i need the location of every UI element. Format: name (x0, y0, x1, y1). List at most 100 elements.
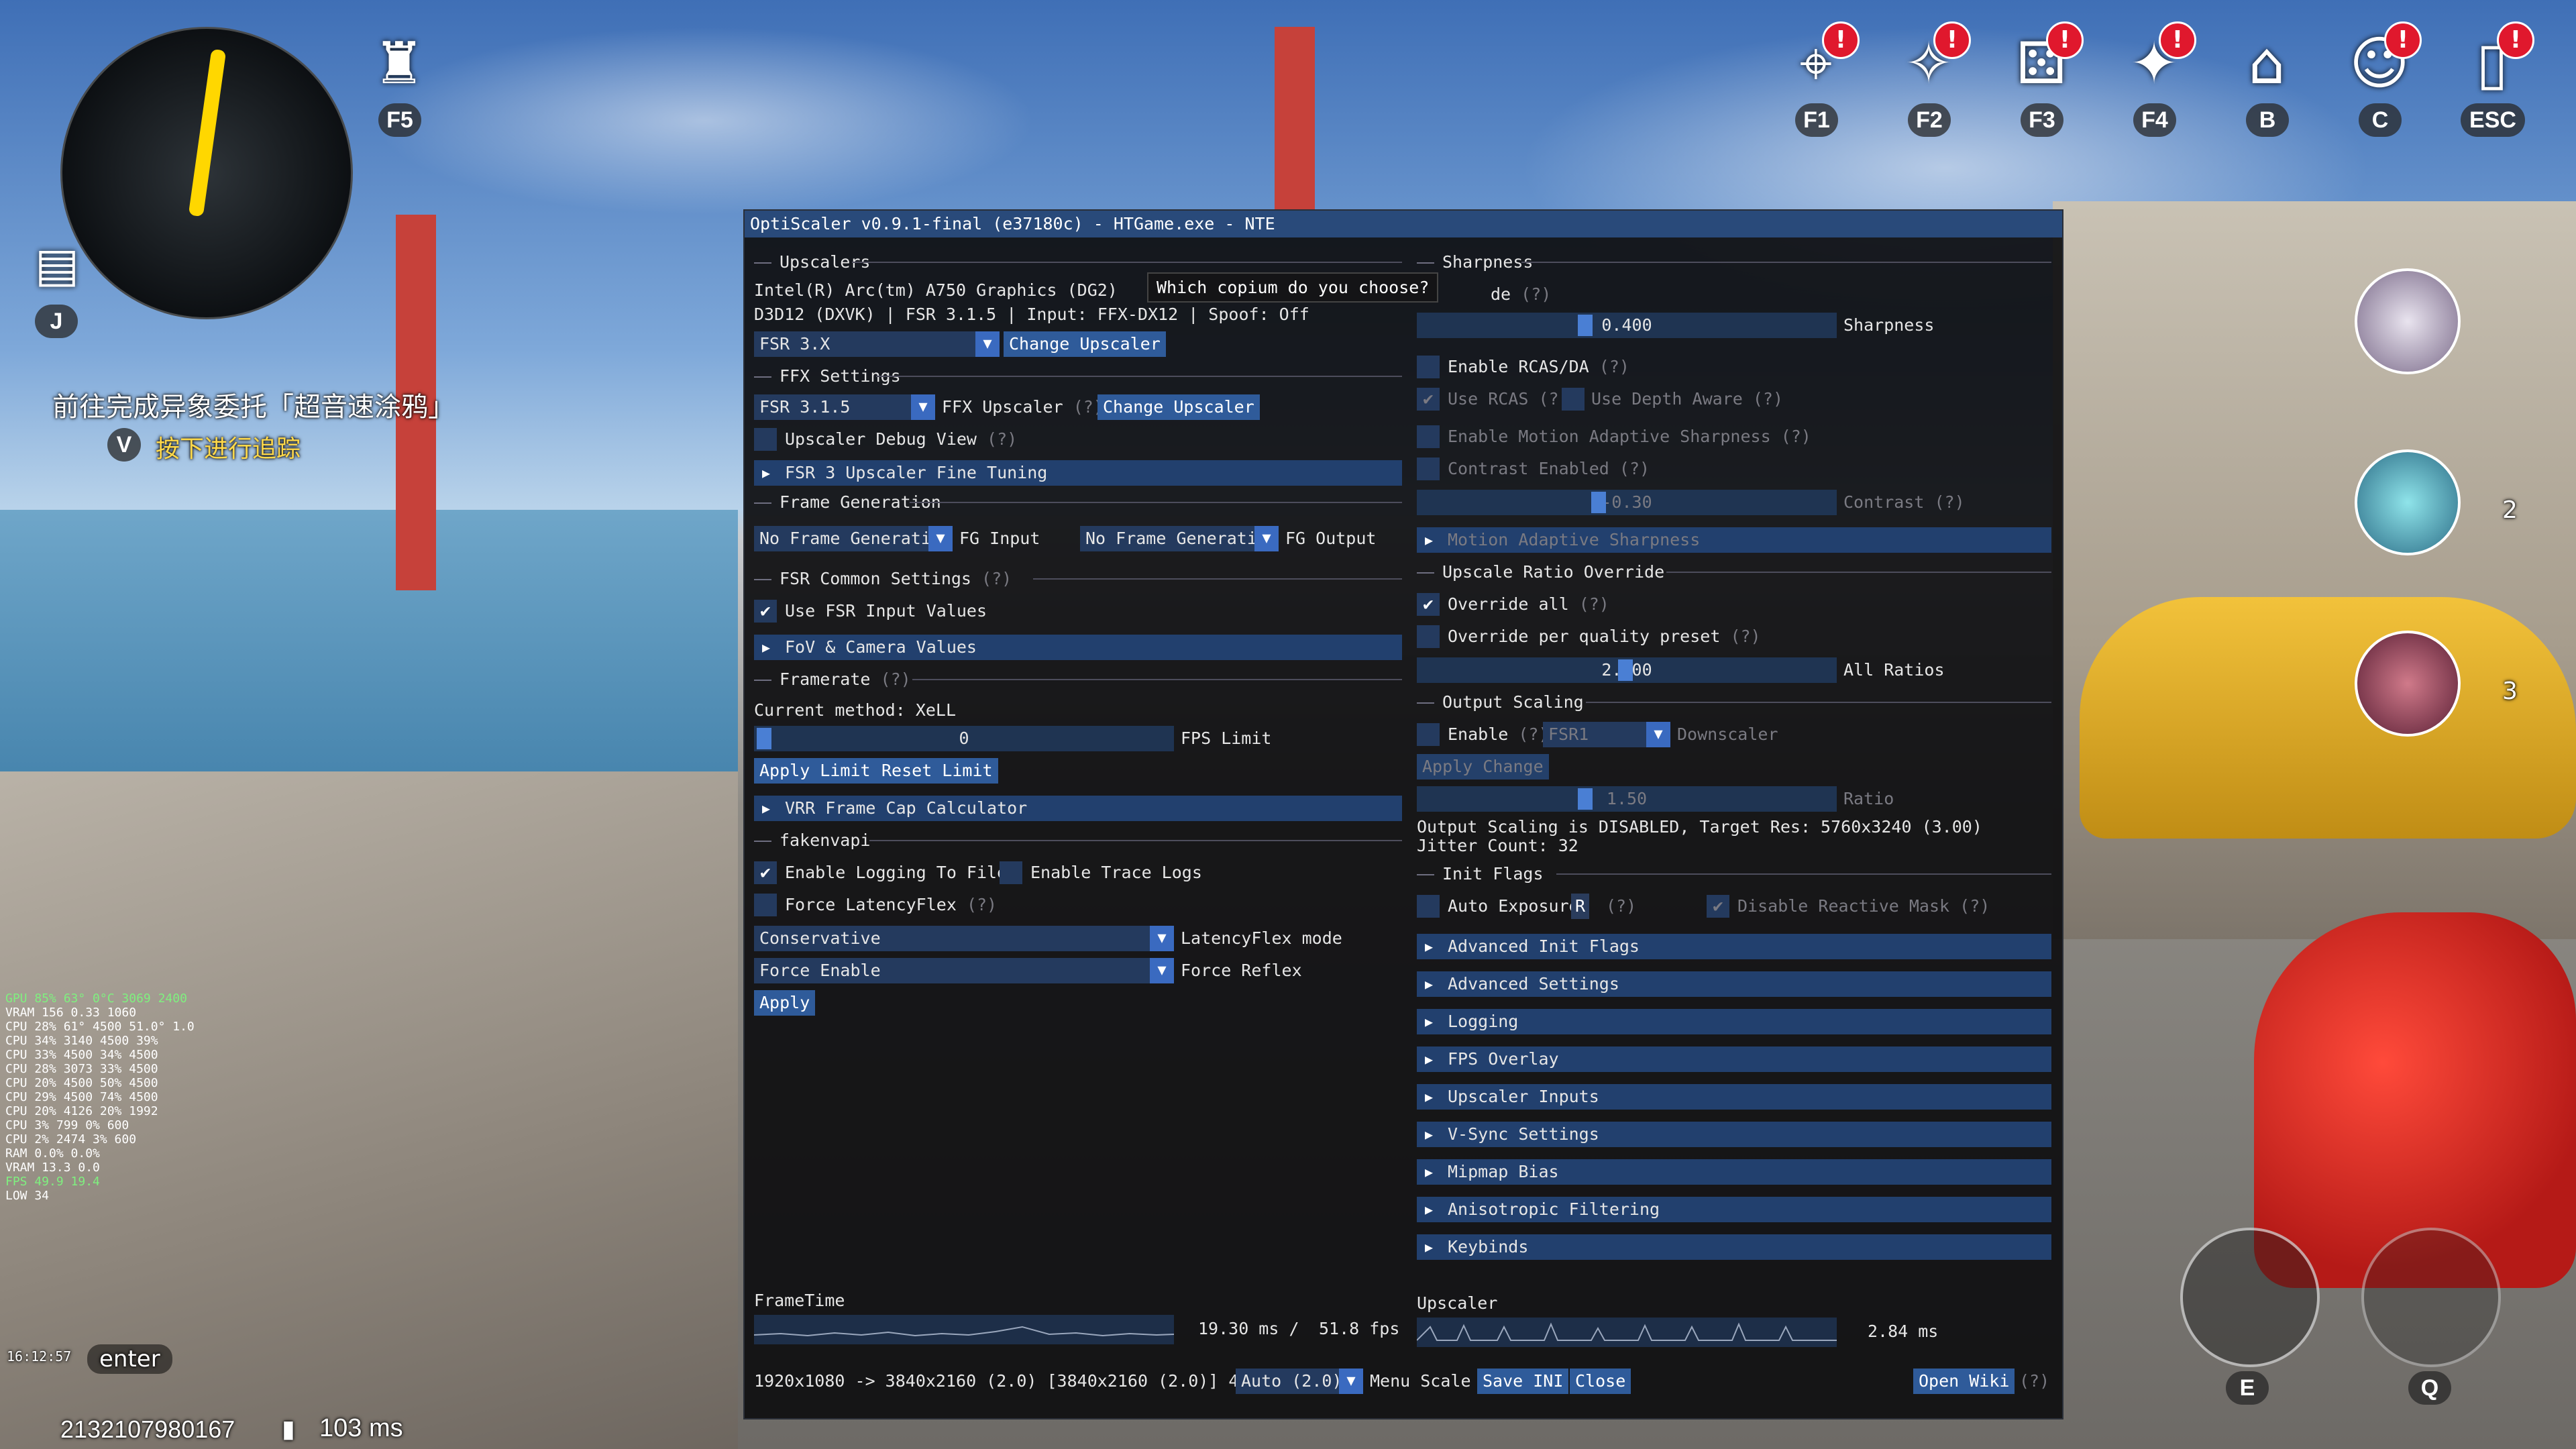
fov-camera-tree[interactable]: FoV & Camera Values (754, 635, 1402, 660)
disable-reactive-checkbox[interactable]: ✔ (1707, 895, 1729, 918)
slider-grab[interactable] (1591, 492, 1606, 513)
ping: 103 ms (319, 1414, 403, 1442)
auto-exposure-r-button[interactable]: R (1571, 894, 1590, 919)
enable-logging-checkbox[interactable]: ✔ (754, 861, 777, 884)
window-title[interactable]: OptiScaler v0.9.1-final (e37180c) - HTGa… (745, 211, 2062, 237)
force-latencyflex-checkbox[interactable] (754, 894, 777, 916)
use-fsr-input-checkbox[interactable]: ✔ (754, 600, 777, 623)
tree-vsync-settings[interactable]: V-Sync Settings (1417, 1122, 2051, 1147)
output-ratio-slider[interactable]: 1.50 (1417, 786, 1837, 812)
motion-adaptive-sharpness-tree[interactable]: Motion Adaptive Sharpness (1417, 527, 2051, 553)
reset-limit-button[interactable]: Reset Limit (876, 758, 998, 784)
help-mark[interactable]: (?) (1599, 357, 1629, 376)
enable-trace-checkbox[interactable] (1000, 861, 1022, 884)
stats-line: CPU 28% 3073 33% 4500 (5, 1062, 158, 1076)
slider-grab[interactable] (1578, 788, 1593, 810)
force-reflex-select[interactable]: Force Enable ▼ (754, 958, 1174, 983)
jitter-count: Jitter Count: 32 (1417, 836, 1578, 855)
chat-enter-key[interactable]: enter (87, 1344, 172, 1374)
quest-title[interactable]: 前往完成异象委托「超音速涂鸦」 (52, 385, 455, 424)
fg-output-select[interactable]: No Frame Generation ▼ (1080, 526, 1279, 551)
override-all-checkbox[interactable]: ✔ (1417, 593, 1440, 616)
party-member-1-avatar[interactable] (2355, 268, 2461, 374)
ffx-upscaler-text: FFX Upscaler (942, 397, 1063, 417)
fsr3-fine-tuning-tree[interactable]: FSR 3 Upscaler Fine Tuning (754, 460, 1402, 486)
close-button[interactable]: Close (1570, 1368, 1631, 1394)
help-mark[interactable]: (?) (1960, 896, 1990, 916)
tree-logging[interactable]: Logging (1417, 1009, 2051, 1034)
slider-grab[interactable] (757, 728, 771, 749)
tree-advanced-init-flags[interactable]: Advanced Init Flags (1417, 934, 2051, 959)
use-depth-aware-text: Use Depth Aware (1591, 389, 1743, 409)
tree-advanced-settings[interactable]: Advanced Settings (1417, 971, 2051, 997)
latencyflex-mode-select[interactable]: Conservative ▼ (754, 926, 1174, 951)
quest-book-icon[interactable]: ▤ (20, 228, 94, 302)
help-mark[interactable]: (?) (881, 669, 911, 689)
upscaler-time-line (1417, 1322, 1837, 1341)
bridge-tower-right (1275, 27, 1315, 228)
skill-e-button[interactable] (2180, 1228, 2320, 1367)
footer-help[interactable]: (?) (2019, 1371, 2049, 1391)
skill-q-button[interactable] (2361, 1228, 2501, 1367)
tree-upscaler-inputs[interactable]: Upscaler Inputs (1417, 1084, 2051, 1110)
contrast-value: -0.30 (1601, 492, 1652, 512)
tree-mipmap-bias[interactable]: Mipmap Bias (1417, 1159, 2051, 1185)
use-rcas-checkbox[interactable]: ✔ (1417, 388, 1440, 411)
debug-view-checkbox[interactable] (754, 428, 777, 451)
party-member-2-avatar[interactable] (2355, 449, 2461, 555)
help-mark[interactable]: (?) (1781, 427, 1811, 446)
help-mark[interactable]: (?) (1753, 389, 1783, 409)
auto-exposure-checkbox[interactable] (1417, 895, 1440, 918)
party-member-3-avatar[interactable] (2355, 631, 2461, 737)
change-upscaler-button[interactable]: Change Upscaler (1004, 331, 1166, 357)
help-mark[interactable]: (?) (1730, 627, 1760, 646)
tree-anisotropic-filtering[interactable]: Anisotropic Filtering (1417, 1197, 2051, 1222)
upscaler-select[interactable]: FSR 3.X ▼ (754, 331, 1000, 357)
tree-keybinds[interactable]: Keybinds (1417, 1234, 2051, 1260)
contrast-slider[interactable]: -0.30 (1417, 490, 1837, 515)
save-ini-button[interactable]: Save INI (1477, 1368, 1569, 1394)
chevron-down-icon: ▼ (911, 394, 935, 420)
chevron-down-icon: ▼ (1339, 1368, 1363, 1394)
ratio-slider[interactable]: 2.000 (1417, 657, 1837, 683)
fg-input-select[interactable]: No Frame Generation ▼ (754, 526, 953, 551)
tooltip: Which copium do you choose? (1147, 272, 1439, 303)
output-enable-checkbox[interactable] (1417, 723, 1440, 746)
downscaler-value: FSR1 (1548, 724, 1589, 744)
slider-grab[interactable] (1618, 659, 1633, 681)
help-mark[interactable]: (?) (1521, 284, 1551, 304)
ffx-change-upscaler-button[interactable]: Change Upscaler (1097, 394, 1260, 420)
contrast-enabled-checkbox[interactable] (1417, 458, 1440, 480)
sharpness-slider[interactable]: 0.400 (1417, 313, 1837, 338)
tower-icon[interactable]: ♜ (362, 27, 436, 101)
menu-scale-value: Auto (2.0) (1241, 1371, 1342, 1391)
help-mark[interactable]: (?) (967, 895, 997, 914)
optiscaler-window[interactable]: OptiScaler v0.9.1-final (e37180c) - HTGa… (743, 209, 2063, 1419)
help-mark[interactable]: (?) (981, 569, 1012, 588)
vrr-calculator-tree[interactable]: VRR Frame Cap Calculator (754, 796, 1402, 821)
help-mark[interactable]: (?) (1934, 492, 1964, 512)
help-mark[interactable]: (?) (1606, 896, 1636, 916)
help-mark[interactable]: (?) (1579, 594, 1609, 614)
open-wiki-button[interactable]: Open Wiki (1913, 1368, 2015, 1394)
downscaler-select[interactable]: FSR1 ▼ (1543, 722, 1670, 747)
use-depth-aware-checkbox[interactable] (1562, 388, 1585, 411)
alert-badge: ! (2497, 21, 2534, 59)
tree-fps-overlay[interactable]: FPS Overlay (1417, 1046, 2051, 1072)
fsr-common-text: FSR Common Settings (780, 569, 971, 588)
fg-input-label: FG Input (959, 529, 1040, 548)
slider-grab[interactable] (1578, 315, 1593, 336)
apply-change-button[interactable]: Apply Change (1417, 754, 1549, 780)
motion-adaptive-checkbox[interactable] (1417, 425, 1440, 448)
apply-limit-button[interactable]: Apply Limit (754, 758, 876, 784)
minimap[interactable] (60, 27, 353, 319)
help-mark[interactable]: (?) (1619, 459, 1650, 478)
menu-scale-select[interactable]: Auto (2.0) ▼ (1236, 1368, 1363, 1394)
enable-rcas-checkbox[interactable] (1417, 356, 1440, 378)
fps-limit-slider[interactable]: 0 (754, 726, 1174, 751)
override-preset-checkbox[interactable] (1417, 625, 1440, 648)
backpack-icon[interactable]: ⌂ (2230, 27, 2304, 101)
help-mark[interactable]: (?) (987, 429, 1017, 449)
apply-button[interactable]: Apply (754, 990, 816, 1016)
ffx-version-select[interactable]: FSR 3.1.5 ▼ (754, 394, 935, 420)
